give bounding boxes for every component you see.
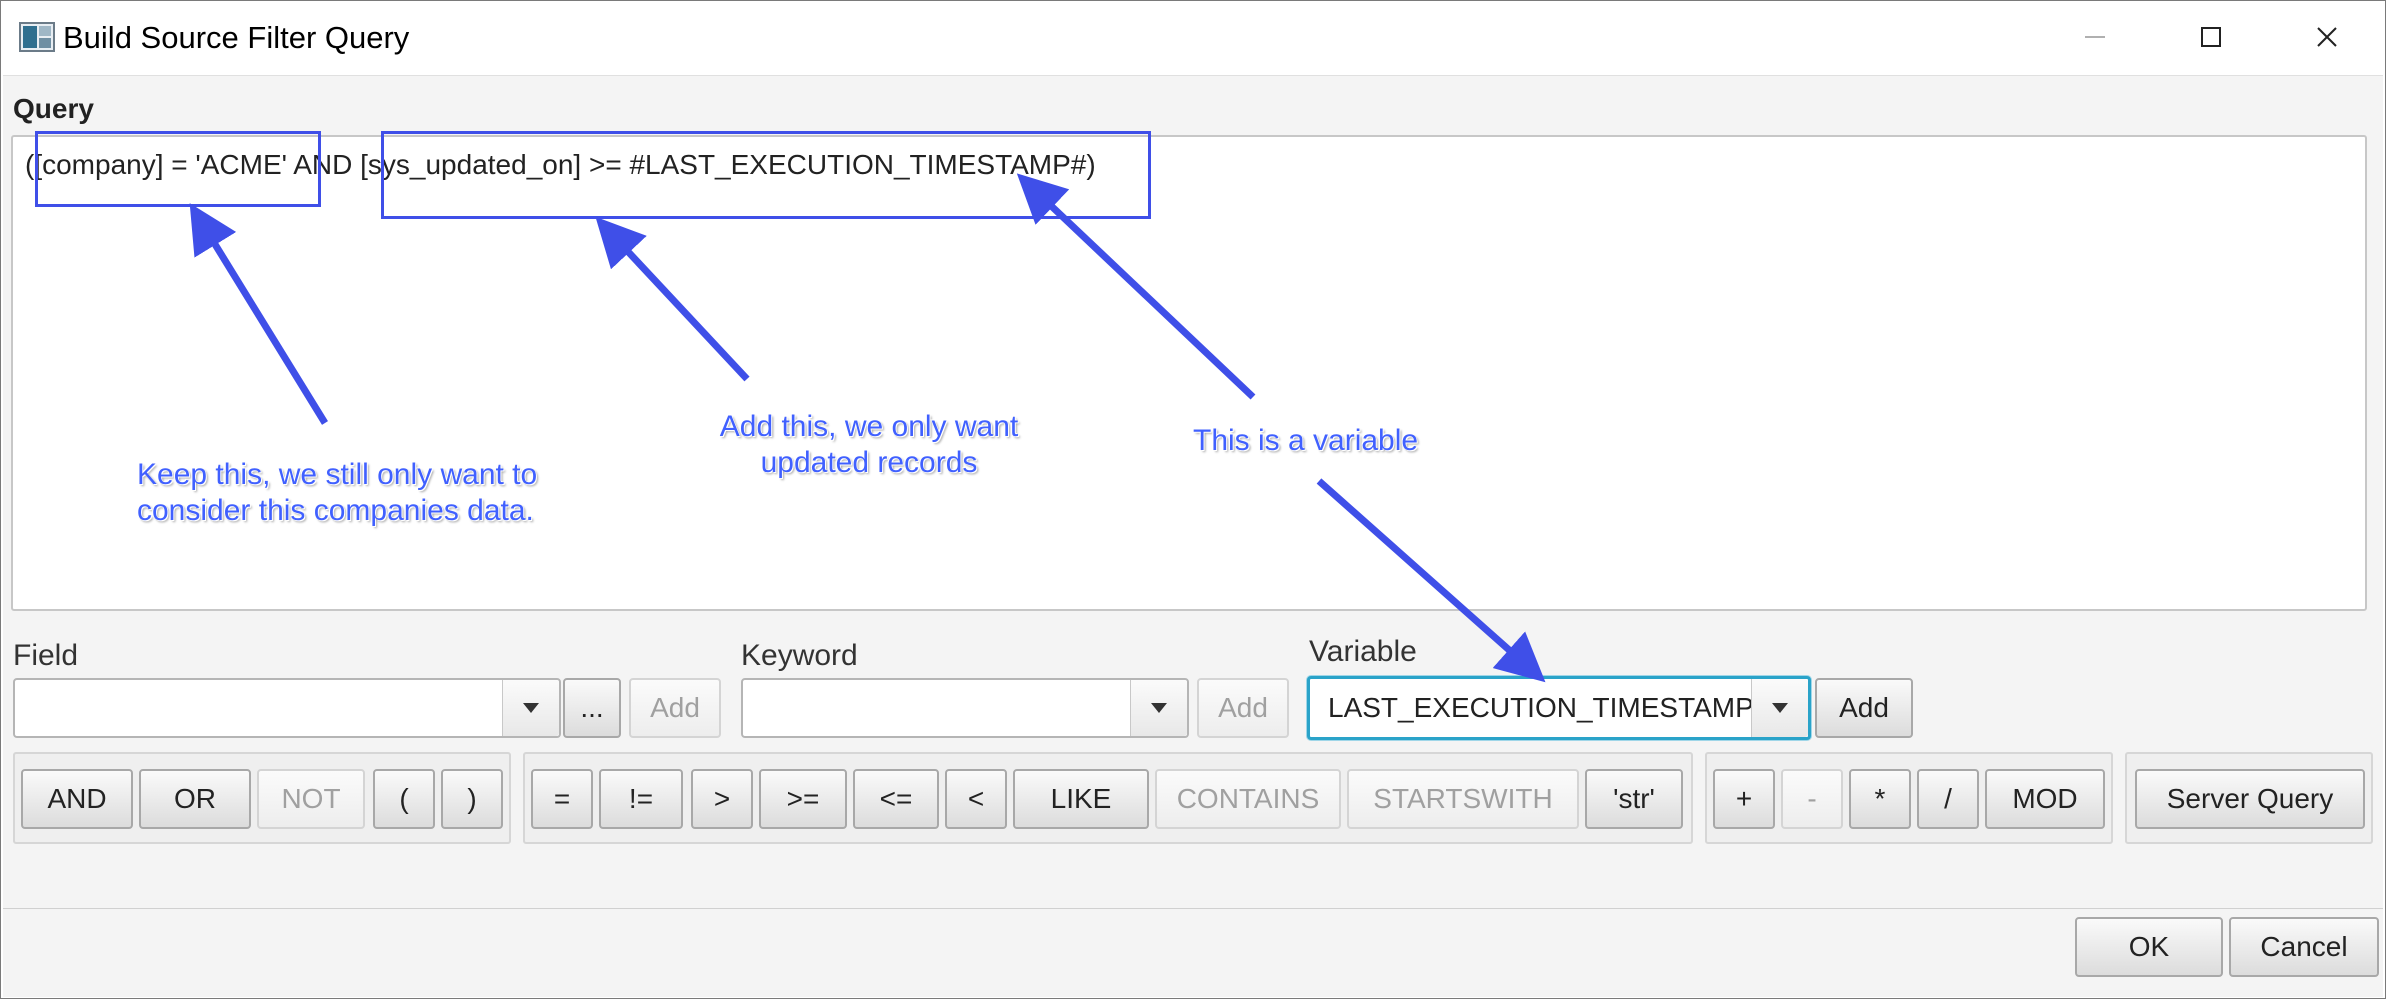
dialog-window: Build Source Filter Query Query ([compan… xyxy=(0,0,2386,999)
arrow-to-updated-condition xyxy=(595,216,750,382)
note-add-condition: Add this, we only want updated records xyxy=(699,409,1039,481)
note-add-line1: Add this, we only want xyxy=(719,410,1019,443)
note-add-line2: updated records xyxy=(760,446,978,479)
note-variable: This is a variable xyxy=(1193,424,1419,457)
note-keep-line2: consider this companies data. xyxy=(137,494,534,527)
note-keep-line1: Keep this, we still only want to xyxy=(137,458,538,491)
arrow-to-company-condition xyxy=(189,203,328,425)
arrow-to-timestamp-variable xyxy=(1016,173,1256,400)
arrow-to-variable-combobox xyxy=(1316,478,1546,683)
note-keep-condition: Keep this, we still only want to conside… xyxy=(137,457,537,529)
